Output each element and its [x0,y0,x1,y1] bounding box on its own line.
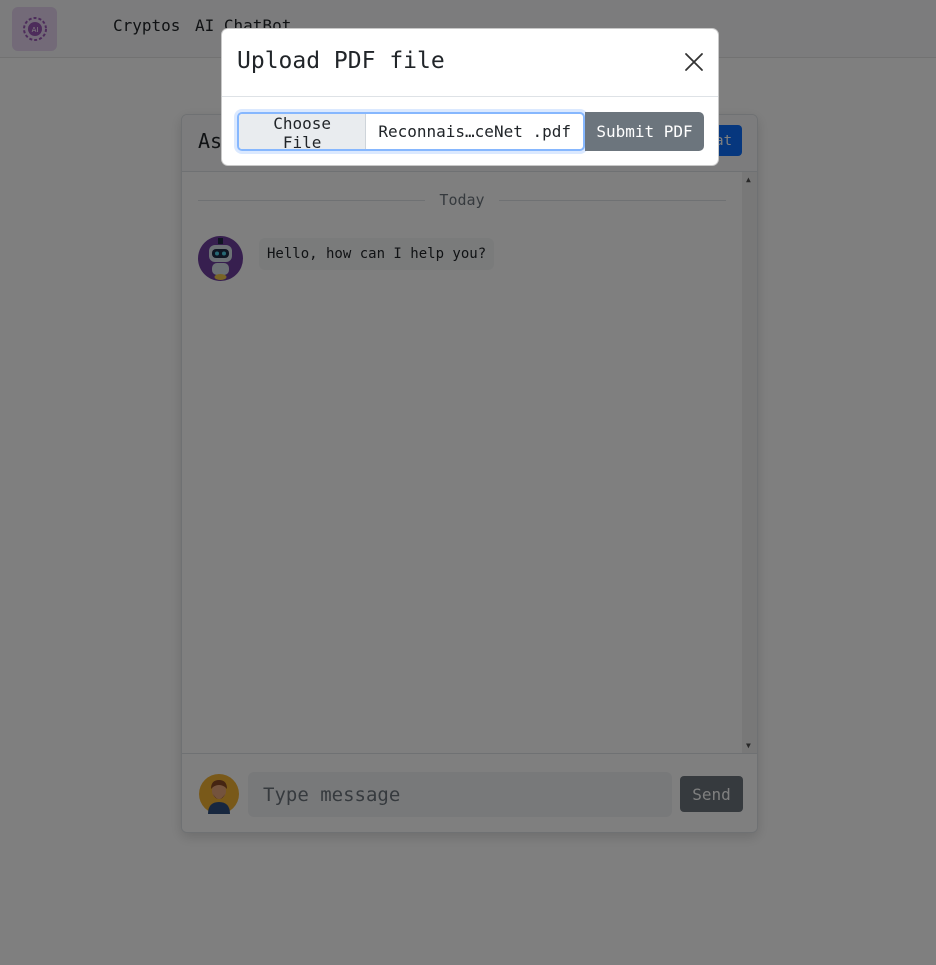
file-input[interactable]: Choose File Reconnais…ceNet .pdf [237,112,585,151]
modal-title: Upload PDF file [237,48,445,74]
choose-file-button[interactable]: Choose File [239,114,367,149]
selected-file-name: Reconnais…ceNet .pdf [378,122,571,141]
modal-header: Upload PDF file [222,29,718,97]
upload-pdf-modal: Upload PDF file Choose File Reconnais…ce… [221,28,719,166]
submit-pdf-button[interactable]: Submit PDF [585,112,704,151]
close-button[interactable] [682,50,706,74]
close-icon [685,53,703,71]
